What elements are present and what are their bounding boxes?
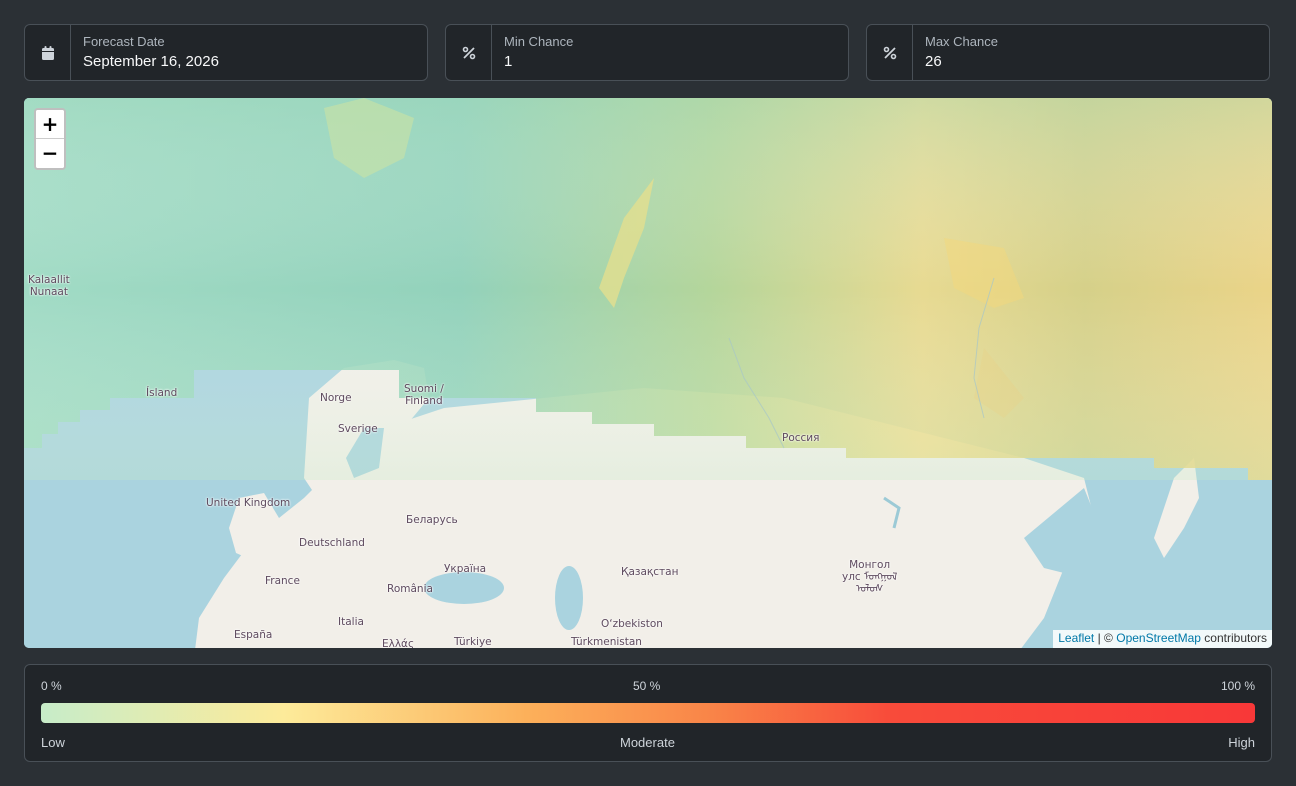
forecast-date-value: September 16, 2026 [83,53,219,70]
calendar-icon [25,25,71,80]
min-chance-label: Min Chance [504,34,574,49]
percent-icon [867,25,913,80]
place-espana: España [234,629,273,641]
place-turkiye: Türkiye [454,636,492,648]
osm-link[interactable]: OpenStreetMap [1116,631,1201,645]
place-ukraina: Україна [444,563,487,575]
attribution-contributors: contributors [1204,631,1267,645]
legend-high-label: High [1228,735,1255,750]
zoom-control: + − [34,108,66,170]
min-chance-card: Min Chance 1 [445,24,849,81]
place-romania: România [387,583,433,595]
legend-low-label: Low [41,735,65,750]
place-turkmenistan: Türkmenistan [571,636,642,648]
legend-pct-high: 100 % [1220,679,1255,693]
max-chance-label: Max Chance [925,34,998,49]
place-france: France [265,575,300,587]
place-uk: United Kingdom [206,497,291,509]
min-chance-value: 1 [504,53,513,70]
place-belarus: Беларусь [406,514,458,526]
place-ozbekiston: O‘zbekiston [601,618,663,630]
legend-pct-low: 0 % [41,679,62,693]
place-mongol: Монгол улс ᠮᠣᠩᠭᠣᠯ ᠤᠯᠤᠰ [842,559,898,595]
map-view[interactable]: Kalaallit Nunaat Ísland Norge Suomi / Fi… [24,98,1272,648]
place-suomi: Suomi / Finland [404,383,444,407]
forecast-date-card: Forecast Date September 16, 2026 [24,24,428,81]
forecast-date-label: Forecast Date [83,34,165,49]
place-italia: Italia [338,616,364,628]
place-kazakhstan: Қазақстан [621,566,679,578]
zoom-out-button[interactable]: − [36,139,64,168]
leaflet-link[interactable]: Leaflet [1058,631,1094,645]
max-chance-value: 26 [925,53,942,70]
percent-icon [446,25,492,80]
chance-legend: 0 % 50 % 100 % Low Moderate High [24,664,1272,762]
map-attribution: Leaflet | © OpenStreetMap contributors [1053,630,1272,648]
place-deutschland: Deutschland [299,537,365,549]
legend-moderate-label: Moderate [620,735,675,750]
place-norge: Norge [320,392,352,404]
attribution-separator: | © [1097,631,1113,645]
place-kalaallit: Kalaallit Nunaat [28,274,70,298]
place-island: Ísland [146,387,178,399]
legend-pct-mid: 50 % [633,679,661,693]
zoom-in-button[interactable]: + [36,110,64,139]
legend-gradient-bar [41,703,1255,723]
place-ellas: Ελλάς [382,638,415,648]
place-sverige: Sverige [338,423,378,435]
max-chance-card: Max Chance 26 [866,24,1270,81]
place-rossiya: Россия [782,432,820,444]
